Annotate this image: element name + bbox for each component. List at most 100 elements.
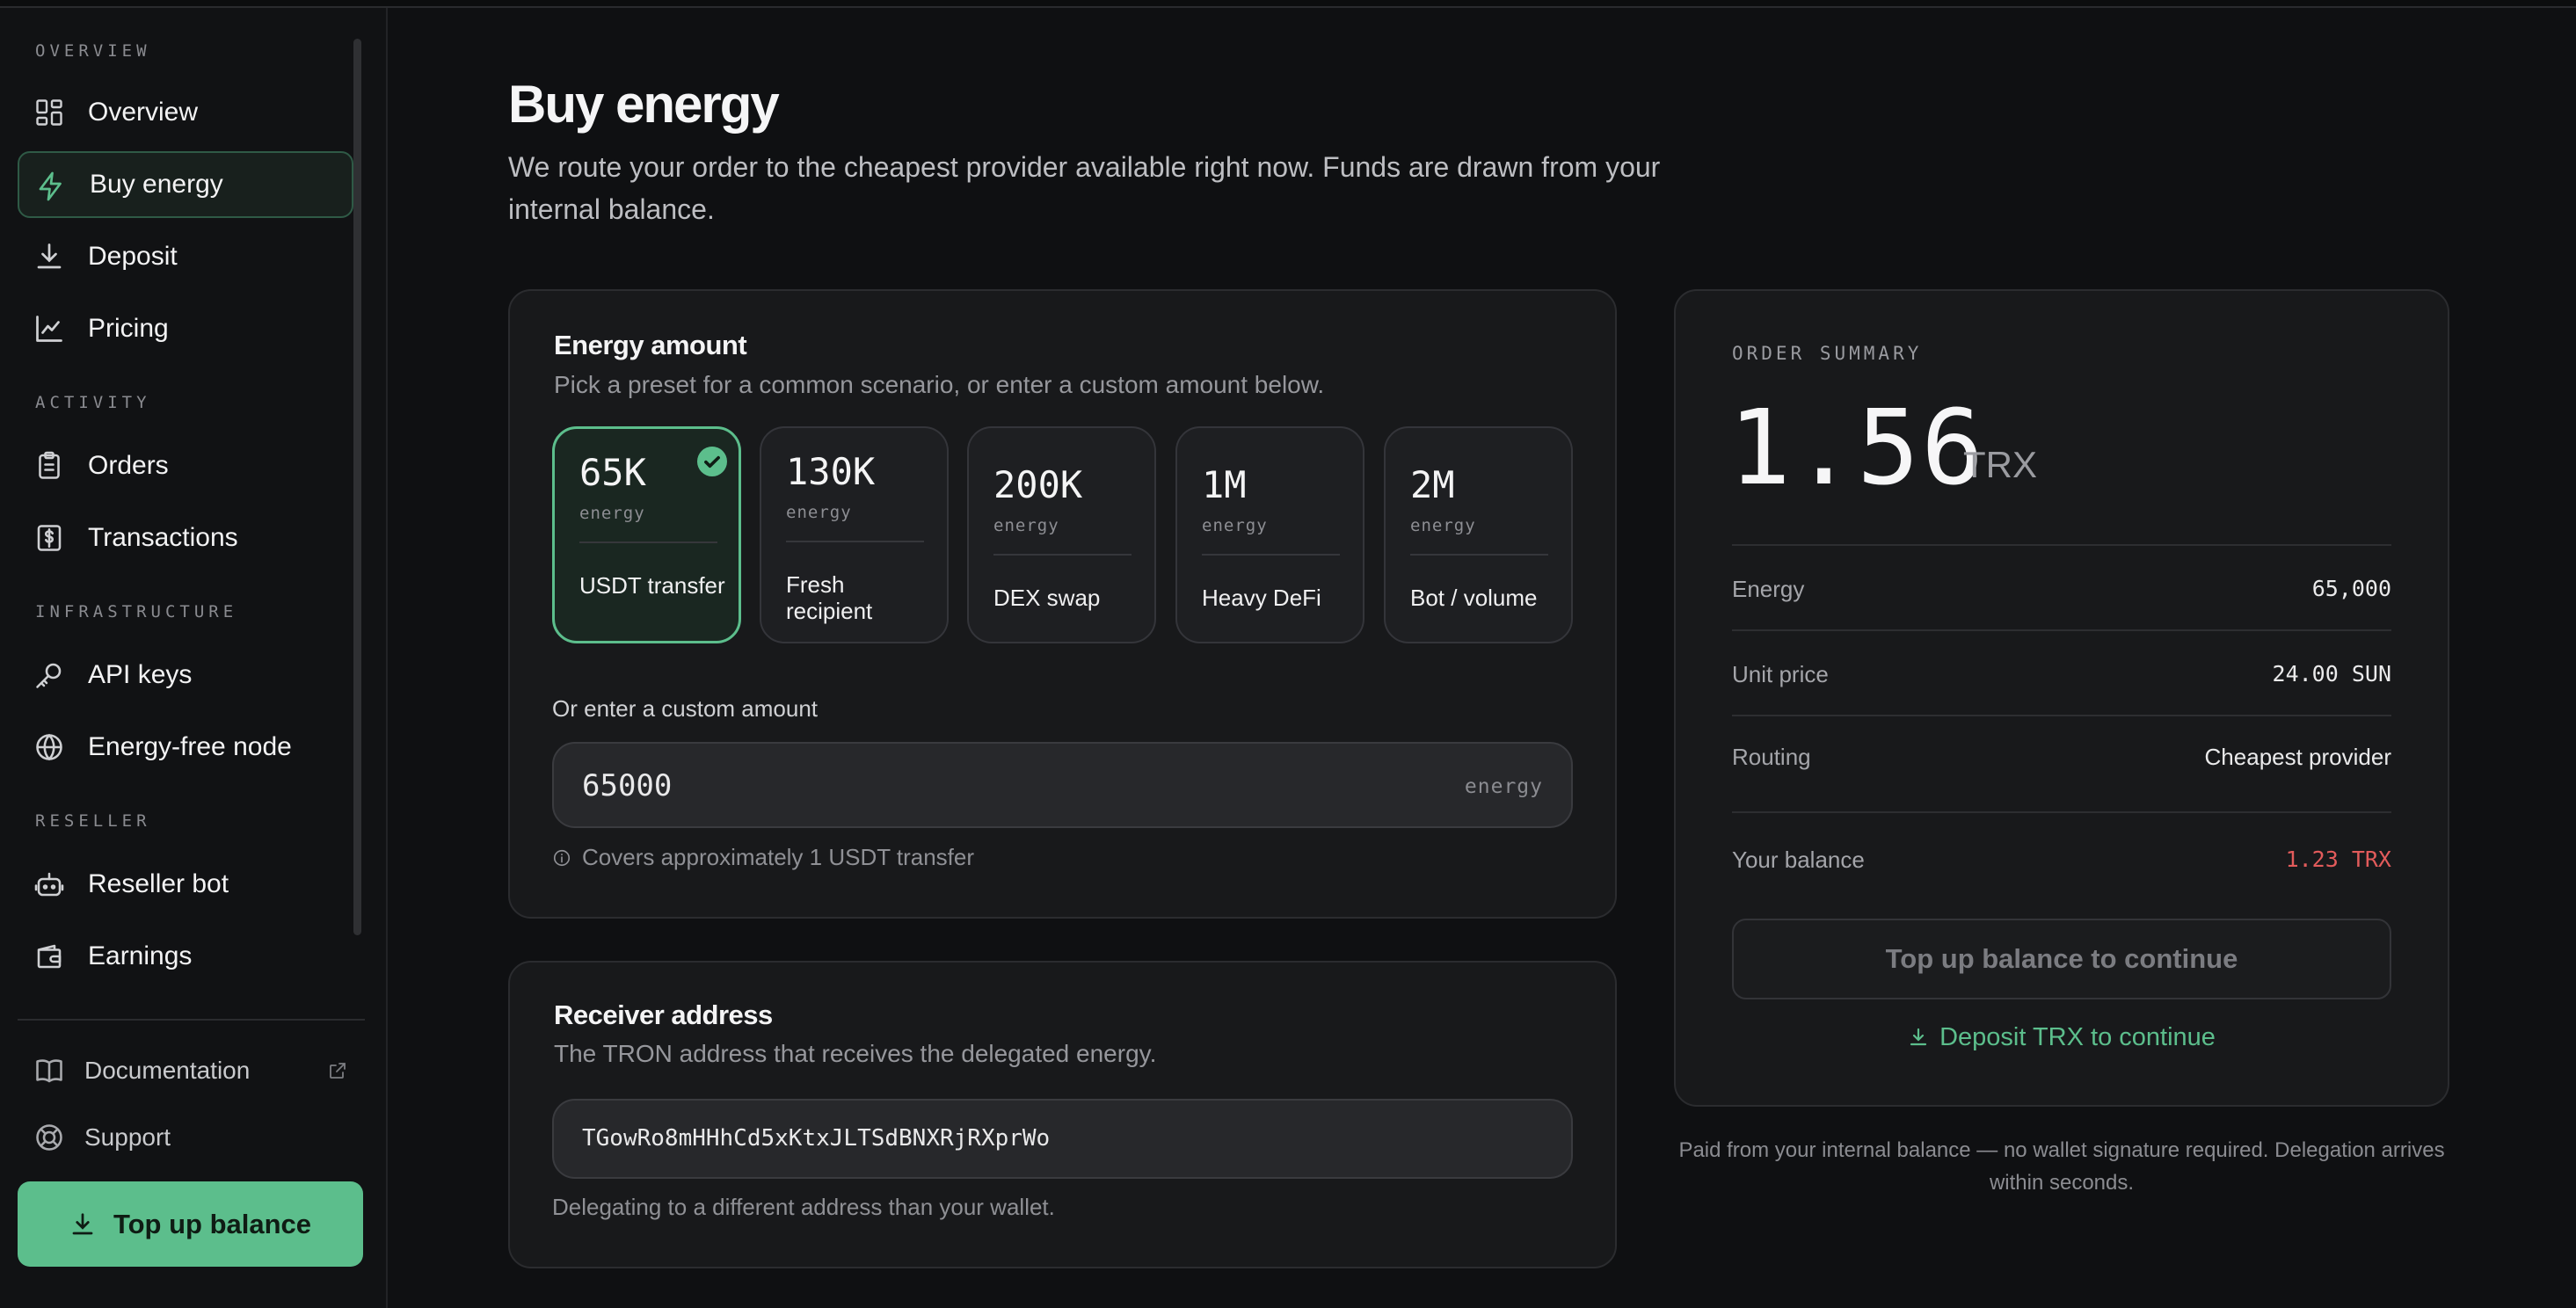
sidebar-nav: OVERVIEW Overview Buy energy Deposit Pri…	[0, 8, 388, 1010]
preset-value: 1M	[1202, 463, 1247, 506]
sidebar-item-label: API keys	[88, 660, 193, 689]
sidebar-scrollbar[interactable]	[353, 39, 361, 935]
globe-icon	[33, 731, 65, 763]
page-title: Buy energy	[508, 75, 780, 134]
summary-divider	[1732, 629, 2391, 631]
grid-icon	[33, 97, 65, 128]
deposit-trx-label: Deposit TRX to continue	[1939, 1022, 2216, 1051]
preset-label: Heavy DeFi	[1202, 585, 1321, 611]
sidebar-item-transactions[interactable]: Transactions	[18, 505, 353, 571]
card-subtitle: The TRON address that receives the deleg…	[554, 1040, 1157, 1067]
preset-divider	[579, 541, 717, 543]
preset-label: DEX swap	[993, 585, 1101, 611]
sidebar-item-reseller-bot[interactable]: Reseller bot	[18, 851, 353, 918]
sidebar-item-label: Pricing	[88, 314, 169, 343]
section-label-activity: ACTIVITY	[35, 393, 151, 412]
preset-value: 65K	[579, 451, 646, 494]
preset-value: 2M	[1410, 463, 1455, 506]
sidebar-item-label: Earnings	[88, 941, 193, 970]
sidebar-item-label: Support	[84, 1123, 171, 1151]
top-up-balance-button[interactable]: Top up balance	[18, 1181, 363, 1267]
preset-label: Bot / volume	[1410, 585, 1538, 611]
card-title: Energy amount	[554, 330, 747, 360]
section-label-overview: OVERVIEW	[35, 41, 151, 61]
summary-row-label-balance: Your balance	[1732, 847, 1865, 873]
preset-divider	[993, 554, 1132, 556]
summary-divider	[1732, 811, 2391, 813]
sidebar-item-label: Deposit	[88, 242, 178, 271]
summary-row-label-unit-price: Unit price	[1732, 661, 1829, 687]
deposit-trx-link[interactable]: Deposit TRX to continue	[1732, 1018, 2391, 1057]
key-icon	[33, 659, 65, 691]
dollar-receipt-icon	[33, 522, 65, 554]
sidebar-item-label: Buy energy	[90, 170, 223, 199]
sidebar-item-label: Orders	[88, 451, 169, 480]
sidebar-item-support[interactable]: Support	[18, 1111, 360, 1164]
download-icon	[1910, 1028, 1927, 1046]
sidebar-item-label: Reseller bot	[88, 869, 229, 898]
info-icon	[553, 849, 571, 866]
amount-hint: Covers approximately 1 USDT transfer	[552, 844, 974, 871]
summary-divider	[1732, 715, 2391, 716]
preset-unit: energy	[786, 503, 852, 522]
download-icon	[72, 1212, 93, 1234]
card-title: Receiver address	[554, 999, 773, 1030]
lifebuoy-icon	[33, 1122, 65, 1153]
sidebar-item-label: Transactions	[88, 523, 238, 552]
sidebar-item-overview[interactable]: Overview	[18, 79, 353, 146]
preset-divider	[1202, 554, 1340, 556]
book-icon	[33, 1055, 65, 1086]
amount-hint-text: Covers approximately 1 USDT transfer	[582, 844, 975, 870]
preset-unit: energy	[1410, 516, 1476, 535]
custom-amount-suffix: energy	[1464, 775, 1543, 798]
preset-65k[interactable]: 65K energy USDT transfer	[552, 426, 741, 643]
preset-unit: energy	[579, 504, 645, 523]
summary-row-label-routing: Routing	[1732, 744, 1811, 770]
sidebar-item-label: Overview	[88, 98, 199, 127]
check-circle-icon	[697, 447, 727, 476]
summary-row-value-routing: Cheapest provider	[2204, 744, 2391, 770]
payment-footnote: Paid from your internal balance — no wal…	[1678, 1138, 2445, 1195]
preset-divider	[1410, 554, 1548, 556]
preset-2m[interactable]: 2M energy Bot / volume	[1384, 426, 1573, 643]
summary-row-label-energy: Energy	[1732, 576, 1805, 602]
preset-200k[interactable]: 200K energy DEX swap	[967, 426, 1156, 643]
sidebar-item-pricing[interactable]: Pricing	[18, 295, 353, 362]
order-total: 1.56	[1728, 387, 1986, 508]
external-link-icon	[327, 1060, 348, 1081]
sidebar-item-energy-free-node[interactable]: Energy-free node	[18, 714, 353, 781]
custom-amount-input[interactable]: 65000 energy	[552, 742, 1573, 828]
top-hairline	[0, 0, 2576, 8]
sidebar-item-deposit[interactable]: Deposit	[18, 223, 353, 290]
download-icon	[33, 241, 65, 272]
sidebar-item-documentation[interactable]: Documentation	[18, 1044, 360, 1097]
sidebar-item-buy-energy[interactable]: Buy energy	[18, 151, 353, 218]
preset-label: USDT transfer	[579, 572, 725, 599]
order-total-unit: TRX	[1963, 444, 2037, 485]
receiver-note: Delegating to a different address than y…	[552, 1194, 1055, 1220]
lightning-icon	[35, 171, 67, 202]
preset-unit: energy	[993, 516, 1059, 535]
custom-amount-value: 65000	[582, 768, 673, 803]
sidebar-item-label: Energy-free node	[88, 732, 292, 761]
order-summary-label: ORDER SUMMARY	[1732, 343, 1923, 364]
sidebar-item-api-keys[interactable]: API keys	[18, 642, 353, 708]
sidebar-item-earnings[interactable]: Earnings	[18, 923, 353, 990]
bot-icon	[33, 868, 65, 900]
sidebar-divider	[18, 1019, 365, 1021]
preset-130k[interactable]: 130K energy Fresh recipient	[760, 426, 949, 643]
page-subtitle: We route your order to the cheapest prov…	[508, 151, 1661, 225]
summary-divider	[1732, 544, 2391, 546]
preset-1m[interactable]: 1M energy Heavy DeFi	[1175, 426, 1364, 643]
preset-label: Fresh recipient	[786, 571, 873, 624]
sidebar-item-orders[interactable]: Orders	[18, 432, 353, 499]
top-up-balance-label: Top up balance	[113, 1208, 312, 1239]
section-label-reseller: RESELLER	[35, 811, 151, 831]
summary-row-value-balance: 1.23 TRX	[2285, 847, 2391, 872]
sidebar-item-label: Documentation	[84, 1057, 251, 1084]
top-up-to-continue-button[interactable]: Top up balance to continue	[1732, 919, 2391, 999]
summary-row-value-unit-price: 24.00 SUN	[2272, 661, 2391, 687]
receiver-address-input[interactable]: TGowRo8mHHhCd5xKtxJLTSdBNXRjRXprWo	[552, 1099, 1573, 1179]
preset-value: 200K	[993, 463, 1083, 506]
receiver-address-value: TGowRo8mHHhCd5xKtxJLTSdBNXRjRXprWo	[582, 1125, 1051, 1152]
